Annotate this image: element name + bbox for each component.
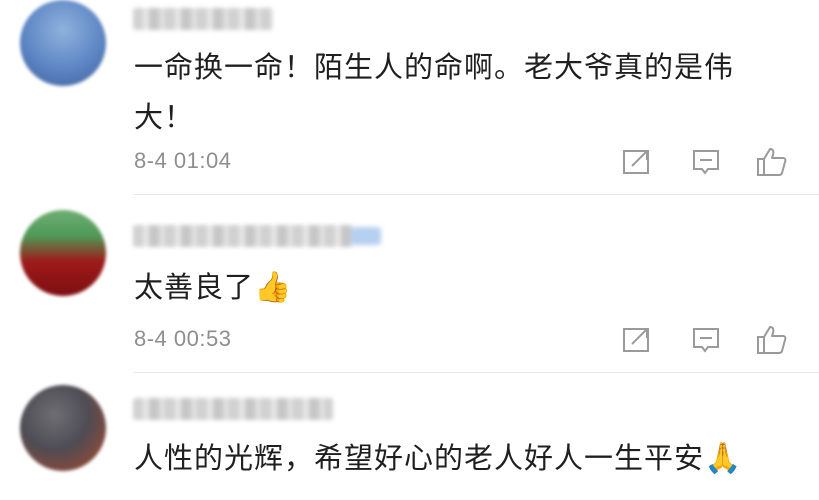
comment-item-2: 太善良了👍 8-4 00:53 — [0, 195, 819, 373]
thumbs-up-emoji: 👍 — [254, 270, 293, 305]
comment-text-content: 人性的光辉，希望好心的老人好人一生平安 — [134, 441, 705, 475]
avatar[interactable] — [20, 210, 106, 296]
comment-text: 一命换一命！陌生人的命啊。老大爷真的是伟大！ — [134, 42, 774, 142]
comment-actions — [620, 324, 800, 356]
comment-icon[interactable] — [690, 324, 722, 356]
thumbs-up-icon[interactable] — [755, 146, 789, 178]
comment-text-content: 一命换一命！陌生人的命啊。老大爷真的是伟大！ — [134, 50, 735, 134]
avatar[interactable] — [20, 385, 106, 471]
username-redacted[interactable] — [133, 8, 273, 30]
username-badge-redacted — [351, 227, 381, 245]
timestamp: 8-4 00:53 — [134, 326, 232, 351]
comment-text-content: 太善良了 — [134, 270, 255, 304]
thumbs-up-icon[interactable] — [755, 324, 789, 356]
comment-text: 太善良了👍 — [134, 262, 774, 313]
comment-item-3: 人性的光辉，希望好心的老人好人一生平安🙏 — [0, 373, 819, 500]
comment-icon[interactable] — [690, 146, 722, 178]
avatar[interactable] — [20, 0, 106, 86]
comment-text: 人性的光辉，希望好心的老人好人一生平安🙏 — [134, 433, 774, 484]
timestamp: 8-4 01:04 — [134, 148, 232, 173]
share-icon[interactable] — [620, 324, 652, 356]
folded-hands-emoji: 🙏 — [704, 441, 743, 476]
share-icon[interactable] — [620, 146, 652, 178]
username-redacted[interactable] — [133, 398, 333, 420]
comment-item-1: 一命换一命！陌生人的命啊。老大爷真的是伟大！ 8-4 01:04 — [0, 0, 819, 195]
comment-actions — [620, 146, 800, 178]
username-redacted[interactable] — [133, 225, 381, 247]
